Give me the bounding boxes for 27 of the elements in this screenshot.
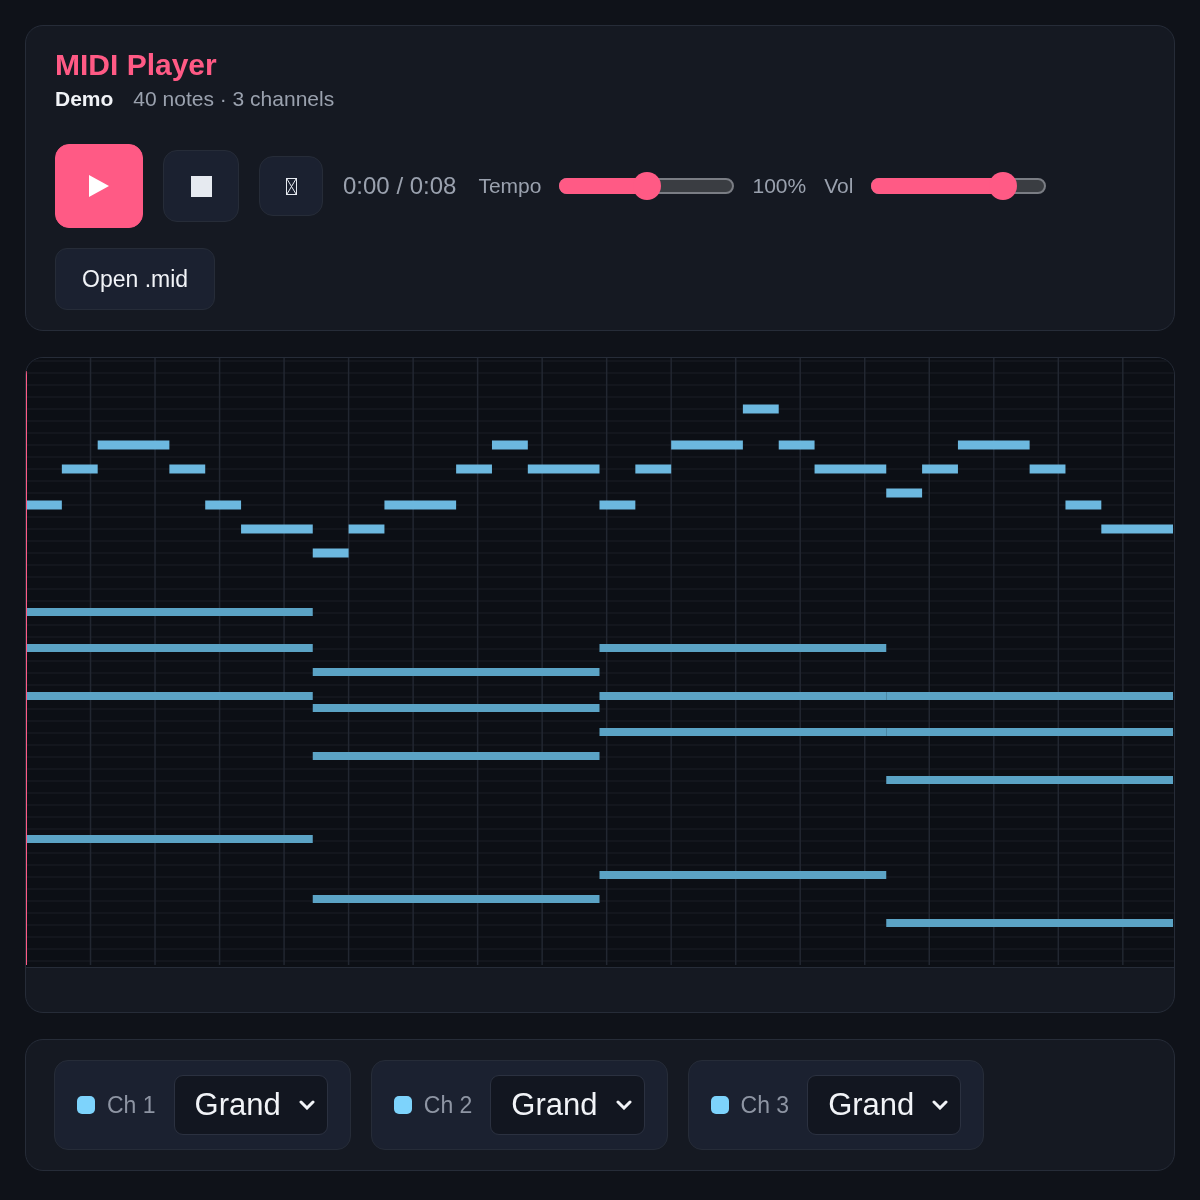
tempo-slider[interactable] xyxy=(559,172,735,200)
play-icon xyxy=(89,175,109,197)
channel-label: Ch 1 xyxy=(107,1091,156,1119)
chevron-down-icon xyxy=(298,1100,315,1110)
loop-button[interactable] xyxy=(259,156,323,216)
instrument-select[interactable]: Grand xyxy=(807,1075,962,1135)
tempo-label: Tempo xyxy=(478,174,542,198)
stop-icon xyxy=(190,175,212,197)
slider-thumb[interactable] xyxy=(632,172,661,200)
stop-button[interactable] xyxy=(163,150,239,222)
instrument-select[interactable]: Grand xyxy=(490,1075,645,1135)
song-title: Demo xyxy=(55,86,114,112)
slider-thumb[interactable] xyxy=(988,172,1017,200)
play-button[interactable] xyxy=(55,144,143,228)
app-title: MIDI Player xyxy=(55,48,218,82)
open-file-button[interactable]: Open .mid xyxy=(55,248,216,310)
time-display: 0:00 / 0:08 xyxy=(343,172,457,200)
volume-slider[interactable] xyxy=(871,172,1047,200)
instrument-select[interactable]: Grand xyxy=(173,1075,328,1135)
glyph-box-icon xyxy=(285,177,297,195)
channel-label: Ch 3 xyxy=(740,1091,790,1119)
chevron-down-icon xyxy=(932,1100,949,1110)
volume-label: Vol xyxy=(824,174,854,198)
channel-label: Ch 2 xyxy=(423,1091,473,1119)
song-info: 40 notes · 3 channels xyxy=(133,86,335,112)
chevron-down-icon xyxy=(615,1100,632,1110)
tempo-reading: 100% xyxy=(752,174,807,198)
